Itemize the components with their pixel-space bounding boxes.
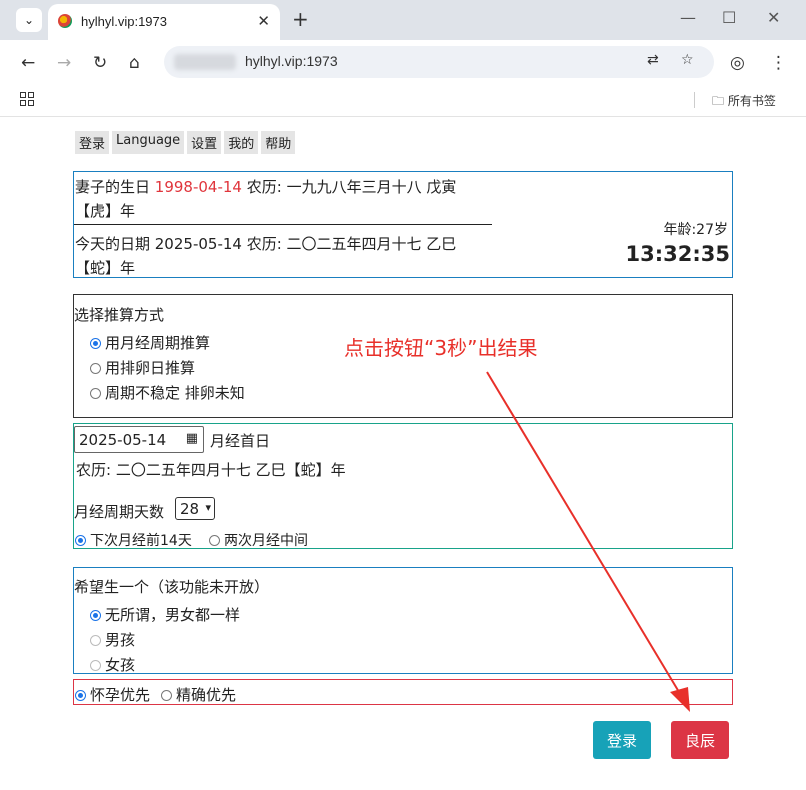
page-content: 登录 Language 设置 我的 帮助 妻子的生日 1998-04-14 农历… (0, 117, 806, 790)
url-text: hylhyl.vip:1973 (245, 53, 338, 69)
tab-title: hylhyl.vip:1973 (81, 14, 167, 29)
all-bookmarks-button[interactable]: 🗀 所有书签 (712, 92, 776, 113)
new-tab-button[interactable]: + (292, 8, 309, 30)
close-window-icon[interactable]: ✕ (767, 8, 780, 27)
maximize-icon[interactable]: ☐ (722, 8, 736, 27)
back-icon[interactable]: ← (21, 53, 35, 73)
minimize-icon[interactable]: — (680, 8, 696, 27)
browser-toolbar: ← → ↻ ⌂ hylhyl.vip:1973 ⇄ ☆ ◎ ⋮ (0, 40, 806, 86)
address-bar[interactable]: hylhyl.vip:1973 ⇄ ☆ (164, 46, 714, 78)
active-tab[interactable]: hylhyl.vip:1973 ✕ (48, 4, 280, 40)
folder-icon: 🗀 (712, 94, 725, 108)
bookmarks-bar: 🗀 所有书签 (0, 86, 806, 117)
home-icon[interactable]: ⌂ (129, 53, 140, 73)
arrow-line (486, 371, 683, 698)
close-icon[interactable]: ✕ (257, 12, 270, 30)
annotation-arrow (486, 371, 690, 712)
profile-icon[interactable]: ◎ (730, 53, 745, 73)
apps-grid-icon[interactable] (20, 92, 34, 106)
browser-tabbar: ⌄ hylhyl.vip:1973 ✕ + — ☐ ✕ (0, 0, 806, 40)
bookmarks-divider (694, 92, 695, 108)
site-favicon-icon (58, 14, 72, 28)
tab-search-button[interactable]: ⌄ (16, 8, 42, 32)
bookmark-star-icon[interactable]: ☆ (681, 52, 694, 68)
chevron-down-icon: ⌄ (23, 13, 35, 27)
translate-icon[interactable]: ⇄ (647, 52, 659, 68)
all-bookmarks-label: 所有书签 (727, 94, 776, 108)
more-menu-icon[interactable]: ⋮ (770, 53, 787, 73)
arrow-head (670, 687, 690, 712)
site-info-icon[interactable] (174, 54, 236, 70)
reload-icon[interactable]: ↻ (93, 53, 107, 73)
forward-icon[interactable]: → (57, 53, 71, 73)
